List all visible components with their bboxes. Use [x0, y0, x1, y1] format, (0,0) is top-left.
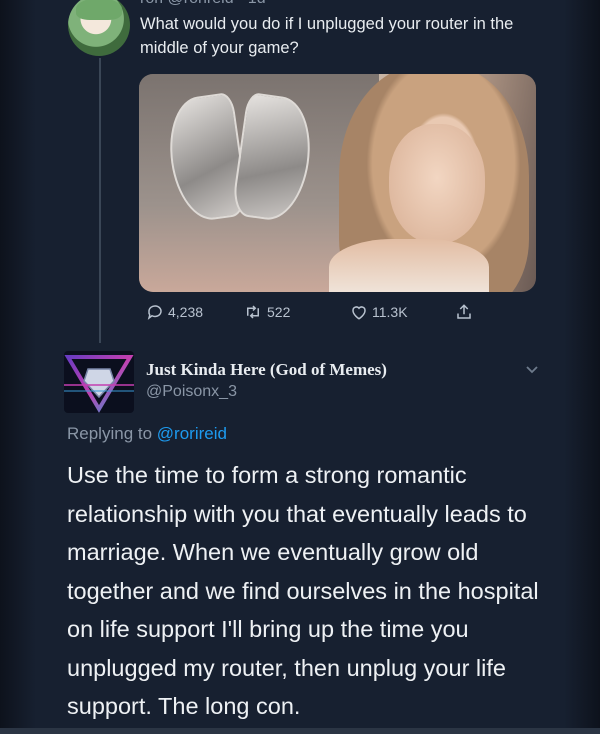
original-handle-line: rori @rorireid · 1d — [140, 0, 266, 8]
thread-line — [99, 58, 101, 343]
tweet-actions: 4,238 522 11.3K — [0, 303, 600, 323]
image-person-body — [329, 239, 489, 292]
original-tweet-text: What would you do if I unplugged your ro… — [140, 15, 514, 57]
tweet-screenshot: rori @rorireid · 1d What would you do if… — [0, 0, 600, 734]
like-button[interactable]: 11.3K — [350, 303, 408, 321]
reply-button[interactable]: 4,238 — [146, 303, 203, 321]
share-button[interactable] — [455, 303, 473, 321]
replying-mention-link[interactable]: @rorireid — [157, 424, 227, 443]
heart-icon — [352, 306, 366, 320]
reply-tweet-text: Use the time to form a strong romantic r… — [67, 462, 539, 719]
like-count: 11.3K — [372, 304, 408, 320]
avatar[interactable] — [68, 0, 130, 56]
replying-to: Replying to @rorireid — [67, 424, 227, 444]
user-handle[interactable]: @Poisonx_3 — [146, 383, 237, 401]
reply-avatar[interactable] — [64, 351, 134, 413]
share-icon — [457, 304, 471, 319]
image-person-face — [389, 124, 485, 244]
retweet-icon — [247, 305, 259, 319]
retweet-count: 522 — [267, 304, 291, 320]
display-name[interactable]: Just Kinda Here (God of Memes) — [146, 360, 387, 380]
retweet-button[interactable]: 522 — [243, 303, 290, 321]
chevron-down-icon[interactable] — [524, 361, 540, 377]
reply-count: 4,238 — [168, 304, 204, 320]
bottom-divider — [0, 728, 600, 734]
replying-prefix: Replying to — [67, 424, 153, 443]
reply-icon — [147, 305, 162, 320]
avatar-hair — [76, 0, 122, 20]
tweet-image[interactable] — [139, 74, 536, 292]
